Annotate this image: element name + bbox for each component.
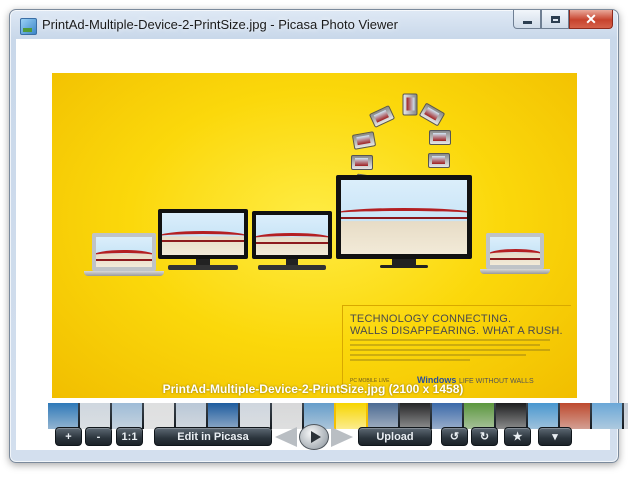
minimize-button[interactable] (513, 10, 541, 29)
phone-graphic (428, 153, 450, 168)
phone-graphic (351, 155, 373, 170)
star-icon: ★ (512, 431, 523, 443)
rotate-right-icon: ↻ (479, 431, 490, 443)
monitor-graphic (158, 209, 248, 275)
phone-graphic (351, 131, 377, 150)
maximize-icon (550, 15, 560, 23)
window-title: PrintAd-Multiple-Device-2-PrintSize.jpg … (42, 17, 398, 32)
actual-size-button[interactable]: 1:1 (116, 427, 143, 446)
more-options-button[interactable]: ▾ (538, 427, 572, 446)
close-icon: ✕ (585, 11, 597, 27)
phone-graphic (429, 130, 451, 145)
viewer-toolbar: + - 1:1 Edit in Picasa Upload ↺ ↻ ★ ▾ (16, 424, 610, 450)
previous-photo-button[interactable] (275, 427, 297, 447)
ad-headline: TECHNOLOGY CONNECTING. WALLS DISAPPEARIN… (350, 313, 563, 337)
upload-button[interactable]: Upload (358, 427, 432, 446)
rotate-left-button[interactable]: ↺ (441, 427, 468, 446)
ad-headline-line: TECHNOLOGY CONNECTING. (350, 313, 512, 325)
photo-caption: PrintAd-Multiple-Device-2-PrintSize.jpg … (162, 382, 464, 396)
displayed-photo[interactable]: TECHNOLOGY CONNECTING. WALLS DISAPPEARIN… (52, 73, 577, 398)
slideshow-play-button[interactable] (299, 424, 329, 450)
laptop-right-graphic (480, 233, 550, 275)
photo-viewing-area[interactable]: TECHNOLOGY CONNECTING. WALLS DISAPPEARIN… (16, 39, 628, 450)
minimize-icon (522, 20, 532, 24)
play-icon (310, 431, 321, 443)
rotate-right-button[interactable]: ↻ (471, 427, 498, 446)
zoom-out-button[interactable]: - (85, 427, 112, 446)
ad-headline-line: WALLS DISAPPEARING. WHAT A RUSH. (350, 325, 563, 337)
title-bar[interactable]: PrintAd-Multiple-Device-2-PrintSize.jpg … (10, 10, 618, 40)
ad-body-text (350, 339, 550, 364)
ad-copy-block: TECHNOLOGY CONNECTING. WALLS DISAPPEARIN… (342, 305, 571, 394)
edit-in-picasa-button[interactable]: Edit in Picasa (154, 427, 272, 446)
zoom-in-button[interactable]: + (55, 427, 82, 446)
picasa-app-icon[interactable] (20, 18, 37, 35)
star-button[interactable]: ★ (504, 427, 531, 446)
next-photo-button[interactable] (331, 427, 353, 447)
rotate-left-icon: ↺ (449, 431, 460, 443)
tv-graphic (336, 175, 472, 271)
monitor-graphic (252, 211, 332, 273)
chevron-down-icon: ▾ (552, 431, 558, 443)
laptop-left-graphic (84, 233, 164, 277)
window-controls: ✕ (513, 10, 613, 30)
phone-graphic (418, 102, 446, 127)
navigation-controls (275, 424, 353, 450)
close-button[interactable]: ✕ (569, 10, 613, 29)
phone-arc-graphic (52, 73, 577, 193)
maximize-button[interactable] (541, 10, 569, 29)
phone-graphic (402, 93, 418, 116)
filmstrip-thumbnail[interactable] (624, 403, 628, 429)
phone-graphic (368, 105, 396, 128)
